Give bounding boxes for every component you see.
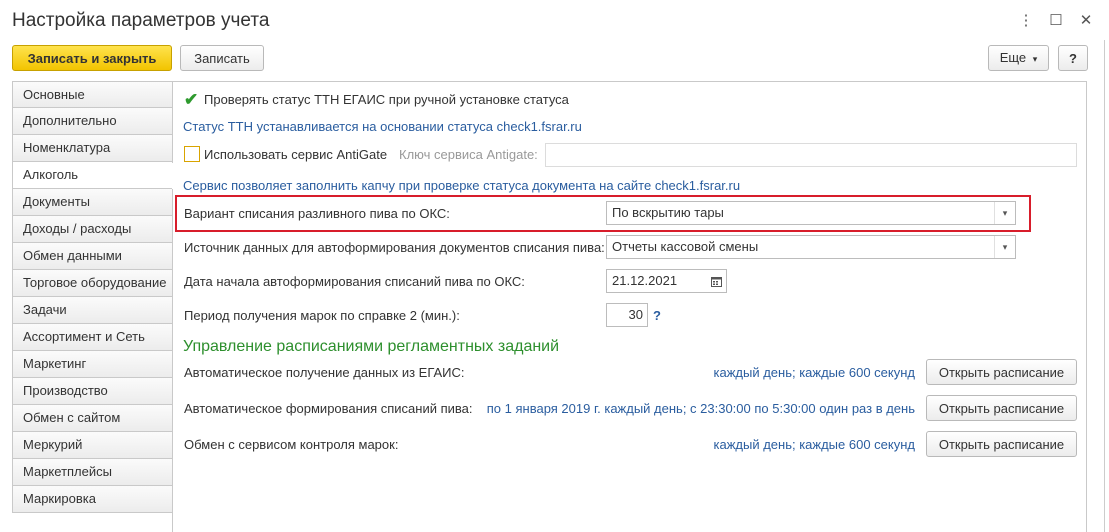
chevron-down-icon[interactable]: ▾: [994, 202, 1015, 224]
more-button[interactable]: Еще ▾: [988, 45, 1049, 71]
schedule-label-beer: Автоматическое формирования списаний пив…: [184, 401, 473, 416]
antigate-checkbox[interactable]: [184, 146, 200, 162]
more-button-label: Еще: [999, 50, 1027, 65]
sidebar-item-marketing[interactable]: Маркетинг: [12, 351, 173, 378]
sidebar-item-site-exchange[interactable]: Обмен с сайтом: [12, 405, 173, 432]
sidebar-item-marking[interactable]: Маркировка: [12, 486, 173, 513]
antigate-hint: Сервис позволяет заполнить капчу при про…: [183, 178, 741, 193]
schedule-link-beer[interactable]: по 1 января 2019 г. каждый день; с 23:30…: [487, 401, 915, 416]
sidebar-item-additional[interactable]: Дополнительно: [12, 108, 173, 135]
sidebar-item-data-exchange[interactable]: Обмен данными: [12, 243, 173, 270]
period-help-icon[interactable]: ?: [653, 308, 661, 323]
close-icon[interactable]: ✕: [1077, 12, 1095, 30]
sidebar-item-mercury[interactable]: Меркурий: [12, 432, 173, 459]
sidebar: Основные Дополнительно Номенклатура Алко…: [12, 81, 173, 513]
help-button[interactable]: ?: [1058, 45, 1088, 71]
schedule-label-marks: Обмен с сервисом контроля марок:: [184, 437, 399, 452]
maximize-icon[interactable]: ☐: [1047, 12, 1065, 30]
sidebar-item-assortment[interactable]: Ассортимент и Сеть: [12, 324, 173, 351]
writeoff-variant-label: Вариант списания разливного пива по ОКС:: [184, 206, 450, 221]
open-schedule-button[interactable]: Открыть расписание: [926, 431, 1077, 457]
data-source-label: Источник данных для автоформирования док…: [184, 240, 605, 255]
antigate-key-input[interactable]: [545, 143, 1077, 167]
open-schedule-button[interactable]: Открыть расписание: [926, 395, 1077, 421]
sidebar-item-production[interactable]: Производство: [12, 378, 173, 405]
more-actions-icon[interactable]: ⋮: [1017, 12, 1035, 30]
sidebar-item-tasks[interactable]: Задачи: [12, 297, 173, 324]
sidebar-item-alcohol[interactable]: Алкоголь: [12, 162, 173, 189]
checkmark-icon: ✔: [184, 90, 199, 109]
start-date-value: 21.12.2021: [612, 273, 678, 288]
window-title: Настройка параметров учета: [12, 10, 270, 31]
save-button[interactable]: Записать: [180, 45, 264, 71]
antigate-label: Использовать сервис AntiGate: [204, 147, 388, 162]
save-and-close-button[interactable]: Записать и закрыть: [12, 45, 172, 71]
schedule-label-egais: Автоматическое получение данных из ЕГАИС…: [184, 365, 465, 380]
sidebar-item-basic[interactable]: Основные: [12, 81, 173, 108]
start-date-label: Дата начала автоформирования списаний пи…: [184, 274, 525, 289]
schedules-heading: Управление расписаниями регламентных зад…: [183, 338, 560, 355]
ttn-hint: Статус ТТН устанавливается на основании …: [183, 119, 582, 134]
data-source-value: Отчеты кассовой смены: [612, 239, 759, 254]
active-tab-connector: [172, 163, 174, 189]
check-ttn-checkbox[interactable]: ✔: [184, 90, 199, 109]
period-input[interactable]: 30: [606, 303, 648, 327]
sidebar-item-retail-equipment[interactable]: Торговое оборудование: [12, 270, 173, 297]
writeoff-variant-value: По вскрытию тары: [612, 205, 724, 220]
writeoff-variant-select[interactable]: По вскрытию тары ▾: [606, 201, 1016, 225]
window-edge: [1104, 40, 1105, 532]
calendar-icon[interactable]: [706, 270, 726, 292]
sidebar-item-marketplaces[interactable]: Маркетплейсы: [12, 459, 173, 486]
sidebar-item-income-expenses[interactable]: Доходы / расходы: [12, 216, 173, 243]
open-schedule-button[interactable]: Открыть расписание: [926, 359, 1077, 385]
check-ttn-label: Проверять статус ТТН ЕГАИС при ручной ус…: [204, 92, 569, 107]
sidebar-item-documents[interactable]: Документы: [12, 189, 173, 216]
schedule-link-marks[interactable]: каждый день; каждые 600 секунд: [714, 437, 916, 452]
schedule-link-egais[interactable]: каждый день; каждые 600 секунд: [714, 365, 916, 380]
data-source-select[interactable]: Отчеты кассовой смены ▾: [606, 235, 1016, 259]
start-date-input[interactable]: 21.12.2021: [606, 269, 727, 293]
sidebar-item-nomenclature[interactable]: Номенклатура: [12, 135, 173, 162]
chevron-down-icon: ▾: [1032, 54, 1038, 64]
chevron-down-icon[interactable]: ▾: [994, 236, 1015, 258]
antigate-key-label: Ключ сервиса Antigate:: [399, 147, 538, 162]
period-label: Период получения марок по справке 2 (мин…: [184, 308, 460, 323]
